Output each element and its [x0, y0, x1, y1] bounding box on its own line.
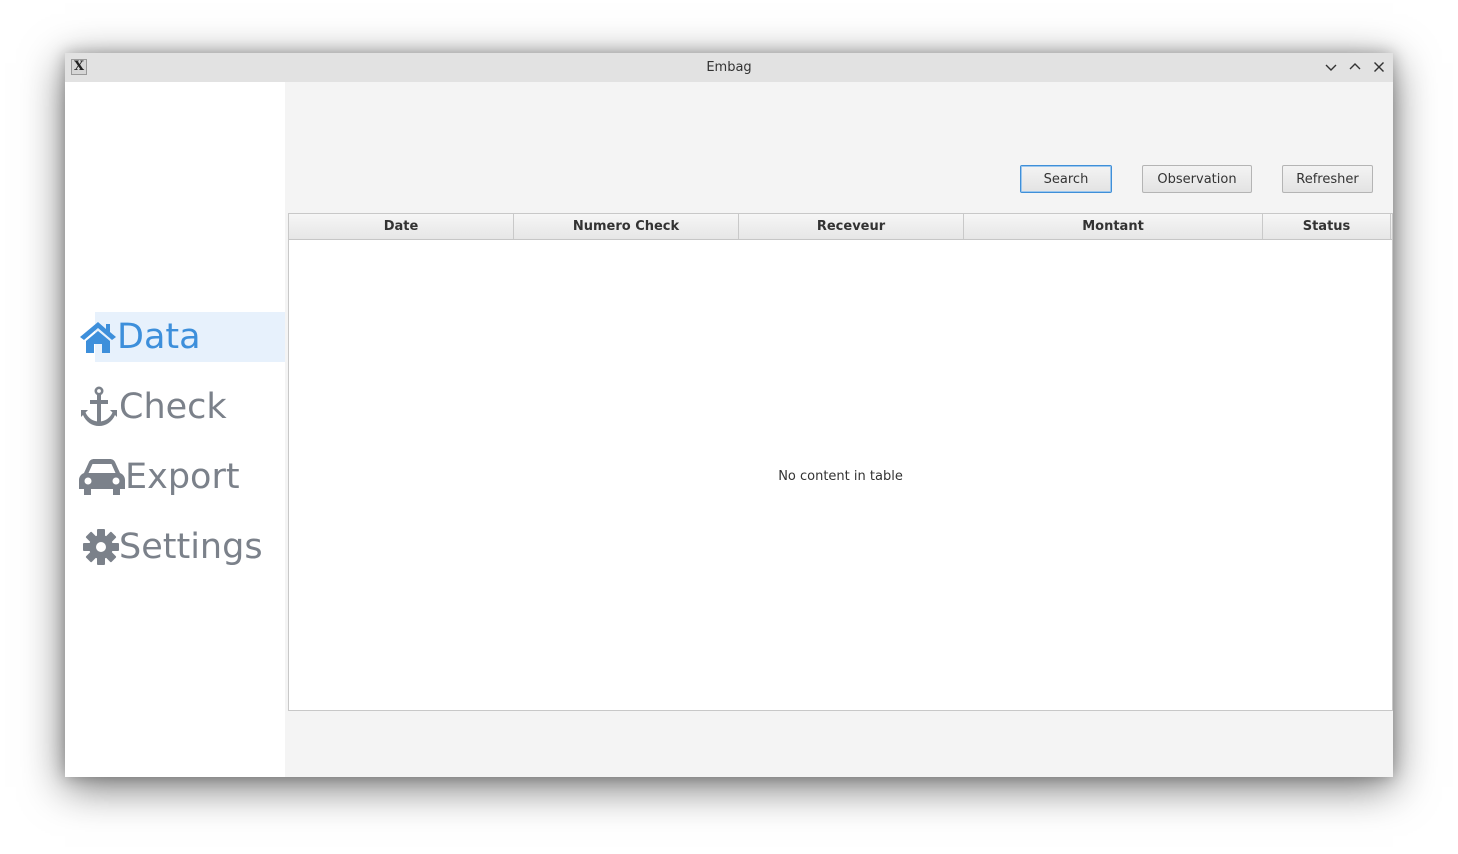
- column-header-montant[interactable]: Montant: [964, 214, 1263, 239]
- data-table[interactable]: Date Numero Check Receveur Montant Statu…: [288, 213, 1393, 711]
- sidebar-item-label: Data: [117, 317, 201, 357]
- close-icon[interactable]: [1371, 59, 1387, 75]
- maximize-icon[interactable]: [1347, 59, 1363, 75]
- minimize-icon[interactable]: [1323, 59, 1339, 75]
- sidebar-item-label: Export: [125, 457, 240, 497]
- sidebar-item-label: Check: [119, 387, 227, 427]
- sidebar-item-export[interactable]: Export: [79, 452, 240, 502]
- sidebar-item-data[interactable]: Data: [79, 312, 201, 362]
- column-header-receveur[interactable]: Receveur: [739, 214, 964, 239]
- sidebar-item-label: Settings: [119, 527, 263, 567]
- home-icon: [80, 322, 116, 353]
- column-header-numero-check[interactable]: Numero Check: [514, 214, 739, 239]
- app-icon: X: [71, 59, 87, 75]
- search-button[interactable]: Search: [1020, 165, 1112, 193]
- sidebar-item-settings[interactable]: Settings: [83, 522, 263, 572]
- anchor-icon: [81, 386, 117, 426]
- observation-button[interactable]: Observation: [1142, 165, 1252, 193]
- empty-table-placeholder: No content in table: [778, 469, 903, 484]
- table-header: Date Numero Check Receveur Montant Statu…: [289, 214, 1392, 240]
- car-icon: [79, 459, 125, 495]
- title-bar[interactable]: X Embag: [65, 53, 1393, 82]
- column-header-date[interactable]: Date: [289, 214, 514, 239]
- app-window: X Embag Data Check Export Settings Searc…: [65, 53, 1393, 777]
- column-header-status[interactable]: Status: [1263, 214, 1391, 239]
- gear-icon: [83, 529, 119, 565]
- window-title: Embag: [706, 60, 752, 75]
- sidebar: Data Check Export Settings: [65, 82, 285, 777]
- sidebar-item-check[interactable]: Check: [79, 382, 227, 432]
- refresher-button[interactable]: Refresher: [1282, 165, 1373, 193]
